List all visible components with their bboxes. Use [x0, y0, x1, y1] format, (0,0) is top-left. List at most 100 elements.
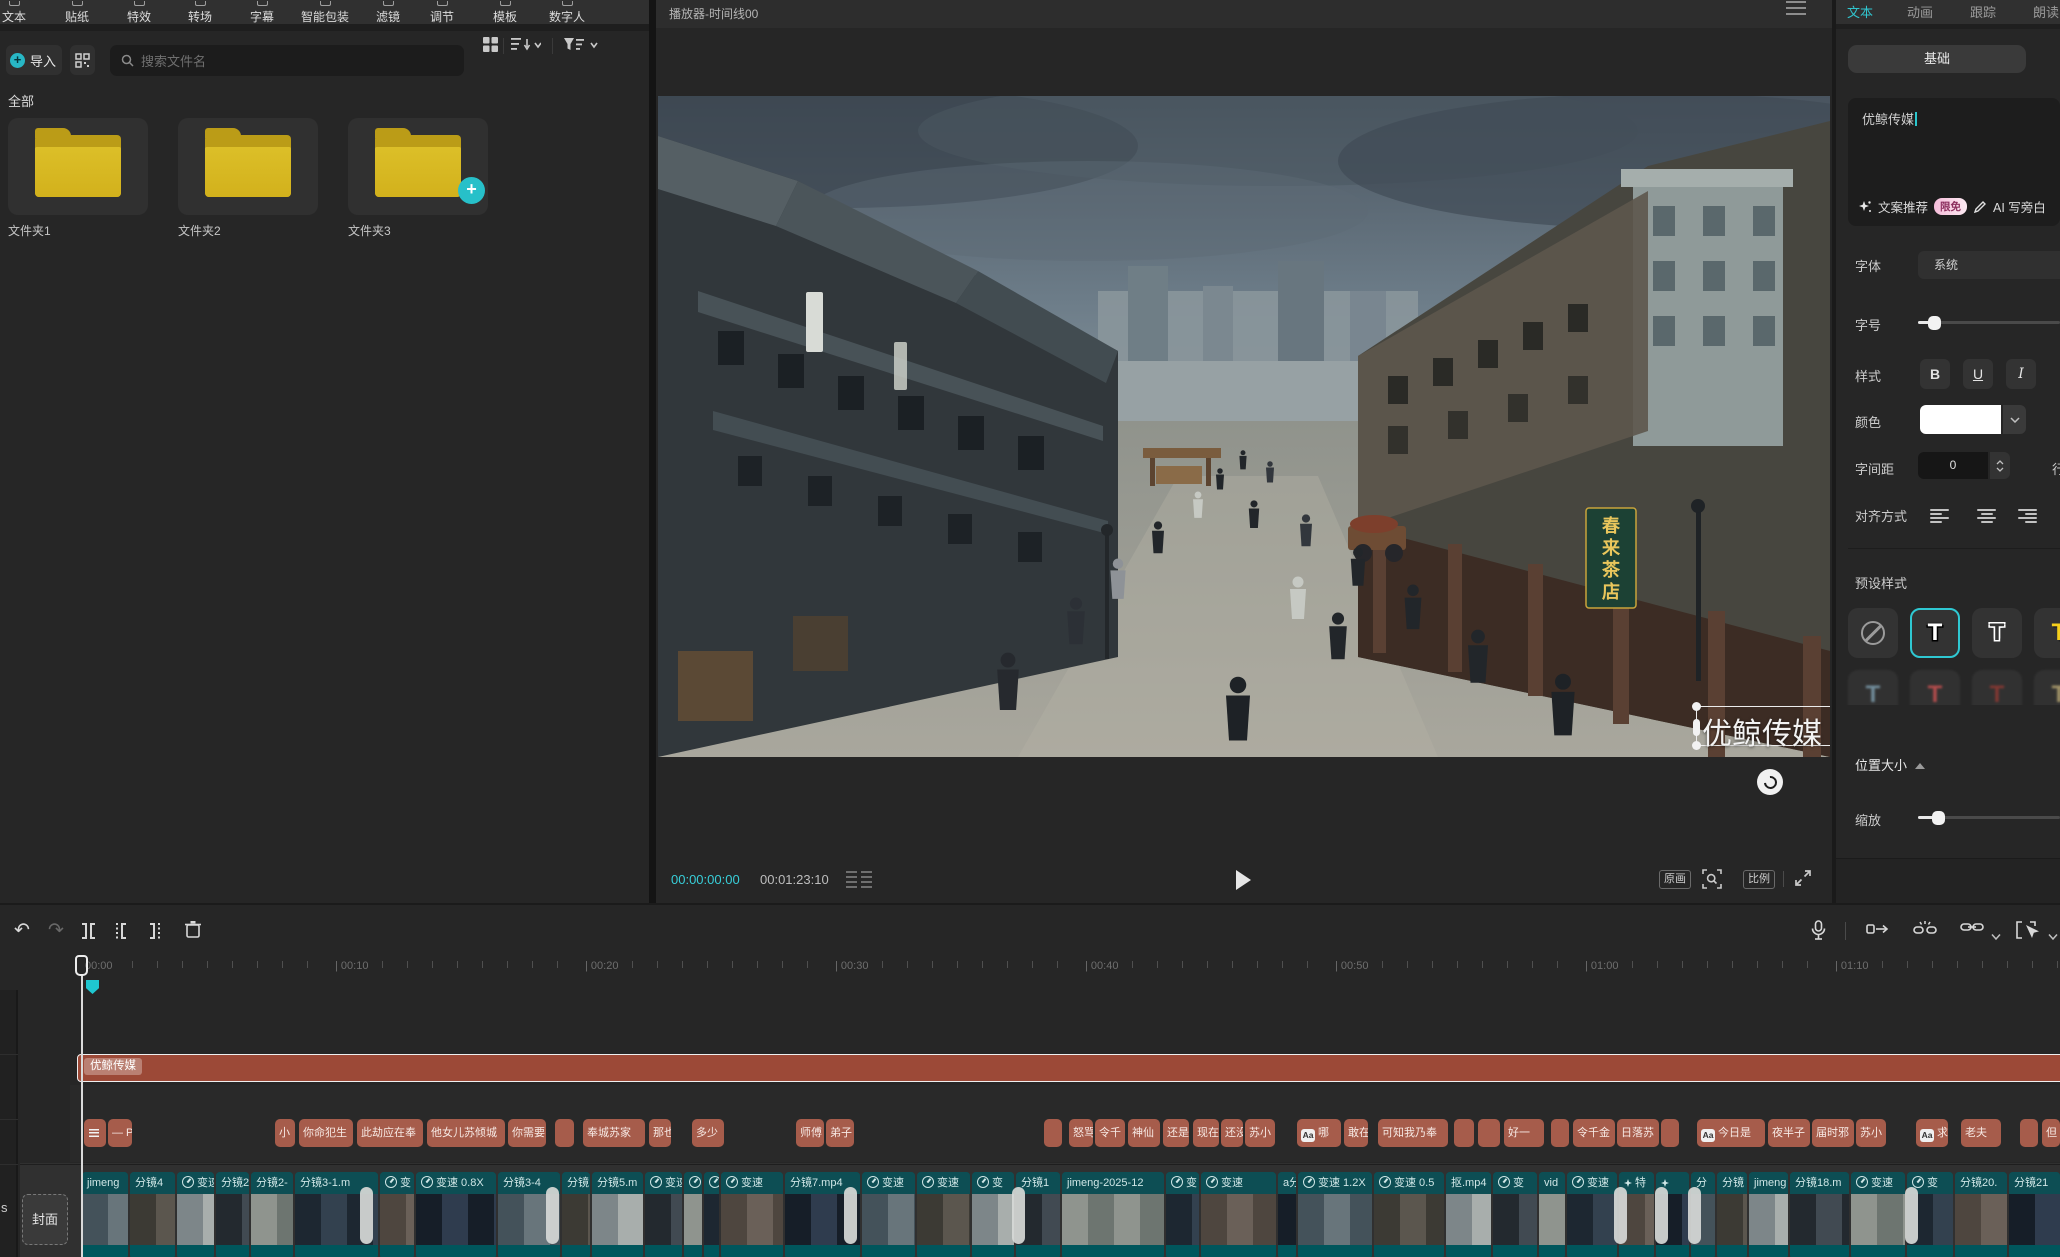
subtitle-clip[interactable]: 令千金 — [1573, 1119, 1615, 1147]
preset-8[interactable]: T — [2034, 670, 2060, 705]
video-clip[interactable]: 变速 — [684, 1172, 702, 1257]
subtitle-clip[interactable]: 怒骂 — [1069, 1119, 1093, 1147]
playhead-line[interactable] — [81, 976, 83, 1257]
video-clip[interactable]: vid — [1539, 1172, 1565, 1257]
subtitle-clip[interactable]: 苏小 — [1245, 1119, 1275, 1147]
subtitle-clip[interactable]: 敢在 — [1344, 1119, 1368, 1147]
video-clip[interactable]: 变 — [972, 1172, 1014, 1257]
preset-outline[interactable]: T — [1972, 608, 2022, 658]
split-delete-right-button[interactable] — [150, 922, 160, 940]
preset-7[interactable]: T — [1972, 670, 2022, 705]
main-text-track[interactable]: 优鲸传媒 — [77, 1054, 2060, 1082]
video-clip[interactable]: 分镜20. — [1955, 1172, 2007, 1257]
undo-button[interactable]: ↶ — [14, 920, 30, 942]
subtitle-clip[interactable]: 你命犯生 — [299, 1119, 353, 1147]
overlay-text[interactable]: 优鲸传媒 — [1702, 709, 1822, 753]
subtitle-clip[interactable] — [84, 1119, 106, 1147]
video-clip[interactable]: 分镜5.m — [592, 1172, 643, 1257]
subtitle-clip[interactable] — [1044, 1119, 1062, 1147]
subtitle-clip[interactable]: 夜半子 — [1768, 1119, 1810, 1147]
player-menu-icon[interactable] — [1786, 1, 1806, 17]
subtitle-clip[interactable]: Aa求 — [1916, 1119, 1948, 1147]
video-clip[interactable]: 变速 — [645, 1172, 682, 1257]
search-input[interactable]: 搜索文件名 — [110, 45, 464, 76]
subtitle-clip[interactable]: 奉城苏家 — [583, 1119, 645, 1147]
align-center-button[interactable] — [1977, 509, 1996, 522]
transition-indicator[interactable] — [1655, 1187, 1668, 1244]
subtitle-clip[interactable] — [1551, 1119, 1569, 1147]
video-clip[interactable]: 抠.mp4 — [1446, 1172, 1491, 1257]
color-dropdown[interactable] — [2003, 405, 2026, 434]
video-clip[interactable]: 变速 — [721, 1172, 783, 1257]
zoom-fit-button[interactable] — [1702, 869, 1722, 889]
text-input-area[interactable]: 优鲸传媒 文案推荐 限免 AI 写旁白 — [1848, 98, 2060, 226]
preset-selected[interactable]: T — [1910, 608, 1960, 658]
video-clip[interactable]: jimeng — [82, 1172, 128, 1257]
preset-none[interactable] — [1848, 608, 1898, 658]
video-clip[interactable]: 变速 — [177, 1172, 214, 1257]
spacing-stepper[interactable] — [1990, 452, 2010, 479]
subtitle-clip[interactable] — [555, 1119, 574, 1147]
transition-indicator[interactable] — [546, 1187, 559, 1244]
preset-yellow[interactable]: T — [2034, 608, 2060, 658]
subtitle-clip[interactable]: 但 — [2042, 1119, 2060, 1147]
subtitle-clip[interactable]: 现在 — [1193, 1119, 1219, 1147]
redo-button[interactable]: ↷ — [48, 920, 64, 942]
inspector-tab-4[interactable]: 朗读 — [2033, 2, 2059, 21]
transition-indicator[interactable] — [1614, 1187, 1627, 1244]
video-clip[interactable]: 变 — [1493, 1172, 1537, 1257]
underline-button[interactable]: U — [1963, 359, 1993, 389]
overlay-handle-bottom-left[interactable] — [1692, 741, 1701, 750]
subtitle-clip[interactable]: 那也 — [649, 1119, 671, 1147]
import-button[interactable]: + 导入 — [6, 45, 62, 75]
subtitle-clip[interactable] — [2020, 1119, 2038, 1147]
video-clip[interactable] — [704, 1172, 719, 1257]
unlink-preview-button[interactable] — [1912, 920, 1938, 942]
subtitle-clip[interactable]: 神仙 — [1128, 1119, 1160, 1147]
split-button[interactable] — [82, 922, 95, 940]
video-clip[interactable]: a分 — [1278, 1172, 1296, 1257]
subtitle-clip[interactable]: 日落苏 — [1617, 1119, 1659, 1147]
subtitle-clip[interactable]: 多少 — [692, 1119, 724, 1147]
subtitle-clip[interactable]: 弟子 — [826, 1119, 854, 1147]
transition-indicator[interactable] — [1012, 1187, 1025, 1244]
ratio-button[interactable]: 比例 — [1743, 870, 1775, 889]
frame-view-icon[interactable] — [846, 871, 872, 888]
align-right-button[interactable] — [2018, 509, 2037, 522]
video-clip[interactable]: 变 — [380, 1172, 414, 1257]
scale-slider[interactable] — [1918, 816, 2060, 819]
timeline-ruler[interactable]: 00:00| 00:10| 00:20| 00:30| 00:40| 00:50… — [0, 957, 2060, 979]
subtitle-clip[interactable]: 可知我乃奉 — [1378, 1119, 1448, 1147]
bold-button[interactable]: B — [1920, 359, 1950, 389]
size-slider[interactable] — [1918, 321, 2060, 324]
scale-slider-handle[interactable] — [1932, 811, 1945, 825]
transition-indicator[interactable] — [844, 1187, 857, 1244]
subtitle-clip[interactable]: 此劫应在奉 — [357, 1119, 423, 1147]
folder-card-2[interactable] — [178, 118, 318, 215]
video-clip[interactable]: 变速 0.5 — [1374, 1172, 1444, 1257]
video-clip[interactable]: 变速 1.2X — [1298, 1172, 1372, 1257]
video-clip[interactable]: 分镜 — [1717, 1172, 1747, 1257]
fullscreen-button[interactable] — [1794, 869, 1814, 889]
rotate-handle[interactable] — [1757, 769, 1783, 795]
video-clip[interactable]: 分镜18.m — [1790, 1172, 1849, 1257]
play-button[interactable] — [1236, 870, 1251, 890]
video-clip[interactable]: 变 — [1166, 1172, 1199, 1257]
filter-button[interactable] — [564, 36, 600, 53]
link-button[interactable] — [1960, 920, 1984, 942]
subtitle-clip[interactable]: Aa今日是 — [1697, 1119, 1765, 1147]
section-label-all[interactable]: 全部 — [8, 91, 34, 110]
voiceover-mic-button[interactable] — [1810, 920, 1827, 942]
delete-button[interactable] — [184, 920, 202, 942]
subtitle-clip[interactable]: — P — [108, 1119, 132, 1147]
inspector-tab-1[interactable]: 文本 — [1847, 2, 1873, 21]
playhead-head[interactable] — [75, 955, 88, 976]
subtitle-clip[interactable]: 届时邪 — [1812, 1119, 1854, 1147]
video-clip[interactable]: 分镜 — [562, 1172, 590, 1257]
preset-5[interactable]: T — [1848, 670, 1898, 705]
link-caret[interactable] — [1991, 926, 2001, 948]
select-mode-caret[interactable] — [2048, 926, 2058, 948]
overlay-handle-top-left[interactable] — [1692, 702, 1701, 711]
subtitle-clip[interactable] — [1454, 1119, 1474, 1147]
video-clip[interactable]: 变速 — [917, 1172, 970, 1257]
